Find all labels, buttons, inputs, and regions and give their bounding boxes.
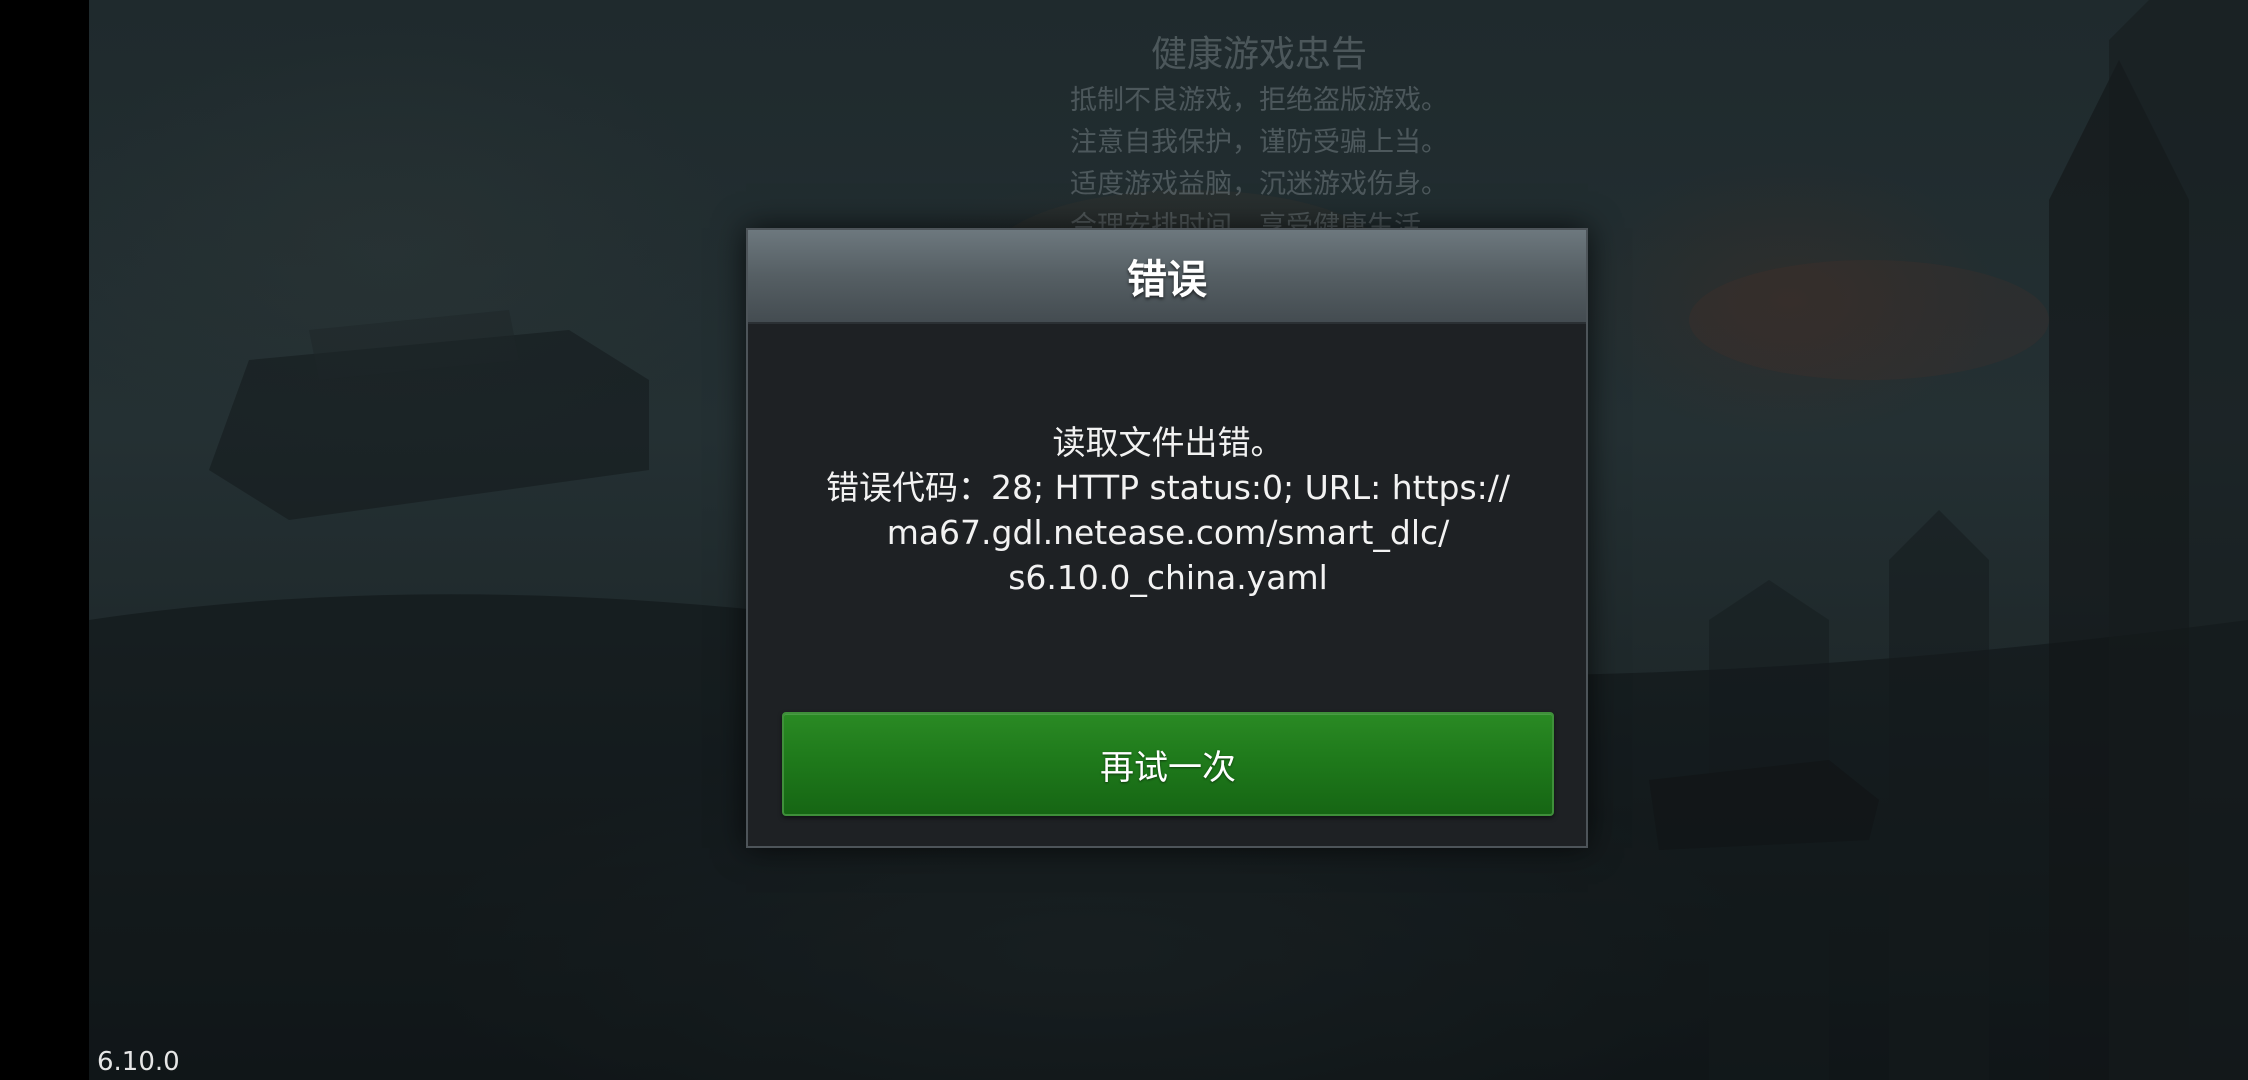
advisory-title: 健康游戏忠告 [1150,34,1367,75]
left-black-bar [0,0,89,1080]
dialog-header: 错误 [748,230,1586,324]
error-message-line: 错误代码：28; HTTP status:0; URL: https:// [825,468,1511,507]
advisory-line: 抵制不良游戏，拒绝盗版游戏。 [1070,85,1448,116]
retry-button[interactable]: 再试一次 [782,712,1554,816]
error-dialog: 错误 读取文件出错。 错误代码：28; HTTP status:0; URL: … [746,228,1588,848]
retry-button-label: 再试一次 [1100,747,1236,788]
game-screen: 健康游戏忠告 抵制不良游戏，拒绝盗版游戏。 注意自我保护，谨防受骗上当。 适度游… [0,0,2248,1080]
advisory-line: 注意自我保护，谨防受骗上当。 [1070,127,1448,158]
error-message-line: ma67.gdl.netease.com/smart_dlc/ [886,513,1450,552]
dialog-title: 错误 [1127,257,1207,303]
health-advisory: 健康游戏忠告 抵制不良游戏，拒绝盗版游戏。 注意自我保护，谨防受骗上当。 适度游… [939,30,1579,248]
advisory-line: 适度游戏益脑，沉迷游戏伤身。 [1070,169,1448,200]
error-message-line: s6.10.0_china.yaml [1008,558,1328,597]
version-label: 6.10.0 [97,1047,180,1077]
error-message: 读取文件出错。 错误代码：28; HTTP status:0; URL: htt… [788,420,1548,600]
error-message-line: 读取文件出错。 [1052,423,1284,462]
